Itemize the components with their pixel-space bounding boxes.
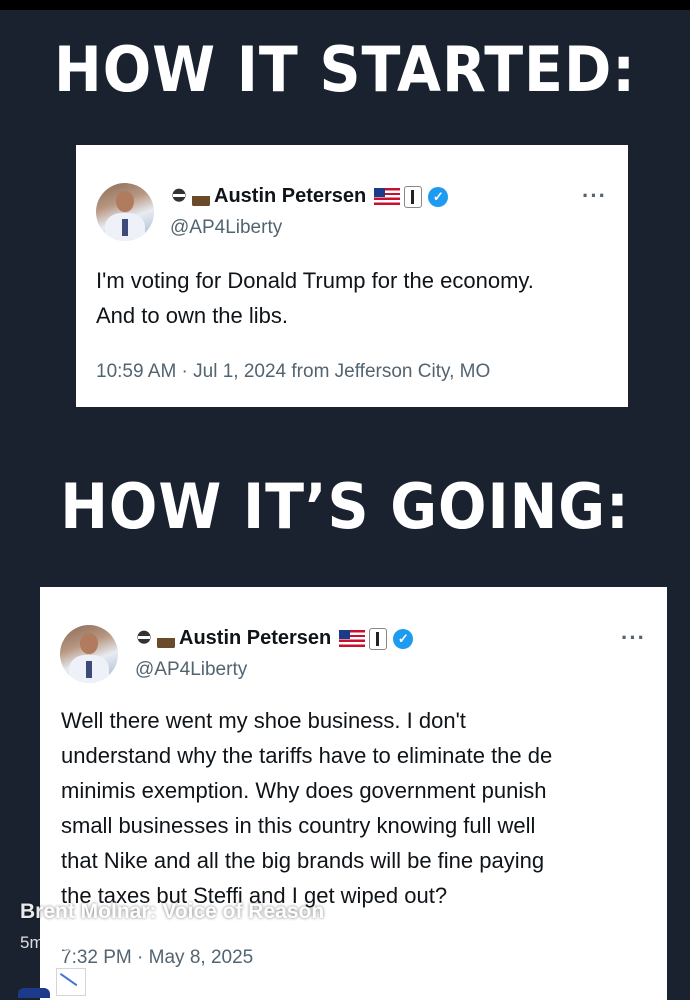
eagle-emoji-icon bbox=[157, 629, 175, 648]
avatar[interactable] bbox=[96, 183, 154, 241]
tweet-line: small businesses in this country knowing… bbox=[61, 813, 536, 838]
us-flag-icon bbox=[374, 188, 401, 205]
more-options-icon[interactable]: ··· bbox=[582, 183, 607, 209]
post-author-name[interactable]: Brent Molnar: Voice of Reason bbox=[20, 900, 324, 924]
avatar[interactable] bbox=[60, 625, 118, 683]
post-caption-text: It always starts with a smirk and a sl..… bbox=[96, 969, 466, 994]
see-more-link[interactable]: See more bbox=[471, 969, 566, 995]
tweet-line: And to own the libs. bbox=[96, 303, 289, 328]
tweet-timestamp[interactable]: 7:32 PM · May 8, 2025 bbox=[61, 947, 253, 969]
tweet-timestamp[interactable]: 10:59 AM · Jul 1, 2024 from Jefferson Ci… bbox=[96, 361, 490, 383]
globe-icon bbox=[60, 935, 75, 951]
ninja-emoji-icon bbox=[135, 629, 153, 648]
us-flag-icon bbox=[339, 630, 366, 647]
tweet-card-started[interactable]: Austin Petersen ✓ @AP4Liberty ··· I'm vo… bbox=[76, 145, 628, 407]
headline-how-its-going: HOW IT’S GOING: bbox=[60, 470, 630, 543]
author-name[interactable]: Austin Petersen bbox=[179, 627, 331, 650]
post-timestamp[interactable]: 5m · bbox=[20, 933, 75, 953]
tweet-line: understand why the tariffs have to elimi… bbox=[61, 743, 553, 768]
shoe-icon bbox=[18, 988, 50, 998]
more-options-icon[interactable]: ··· bbox=[621, 625, 646, 651]
tweet-author-row[interactable]: Austin Petersen ✓ bbox=[135, 627, 414, 650]
karate-gi-icon bbox=[404, 185, 423, 208]
author-handle[interactable]: @AP4Liberty bbox=[135, 659, 247, 681]
headline-how-it-started: HOW IT STARTED: bbox=[54, 33, 636, 106]
ninja-emoji-icon bbox=[170, 187, 188, 206]
karate-gi-icon bbox=[369, 627, 388, 650]
verified-badge-icon: ✓ bbox=[393, 628, 414, 649]
post-caption[interactable]: It always starts with a smirk and a sl..… bbox=[56, 968, 686, 996]
top-bar bbox=[0, 0, 690, 10]
author-handle[interactable]: @AP4Liberty bbox=[170, 217, 282, 239]
tweet-line: that Nike and all the big brands will be… bbox=[61, 848, 545, 873]
tweet-card-going[interactable]: Austin Petersen ✓ @AP4Liberty ··· Well t… bbox=[40, 587, 667, 1000]
tweet-author-row[interactable]: Austin Petersen ✓ bbox=[170, 185, 449, 208]
tweet-line: I'm voting for Donald Trump for the econ… bbox=[96, 268, 534, 293]
chart-decreasing-icon bbox=[56, 968, 86, 996]
tweet-text: I'm voting for Donald Trump for the econ… bbox=[96, 263, 616, 333]
tweet-line: minimis exemption. Why does government p… bbox=[61, 778, 547, 803]
author-name[interactable]: Austin Petersen bbox=[214, 185, 366, 208]
tweet-line: Well there went my shoe business. I don'… bbox=[61, 708, 466, 733]
tweet-text: Well there went my shoe business. I don'… bbox=[61, 703, 651, 913]
post-time-text: 5m · bbox=[20, 933, 54, 952]
eagle-emoji-icon bbox=[192, 187, 210, 206]
verified-badge-icon: ✓ bbox=[428, 186, 449, 207]
